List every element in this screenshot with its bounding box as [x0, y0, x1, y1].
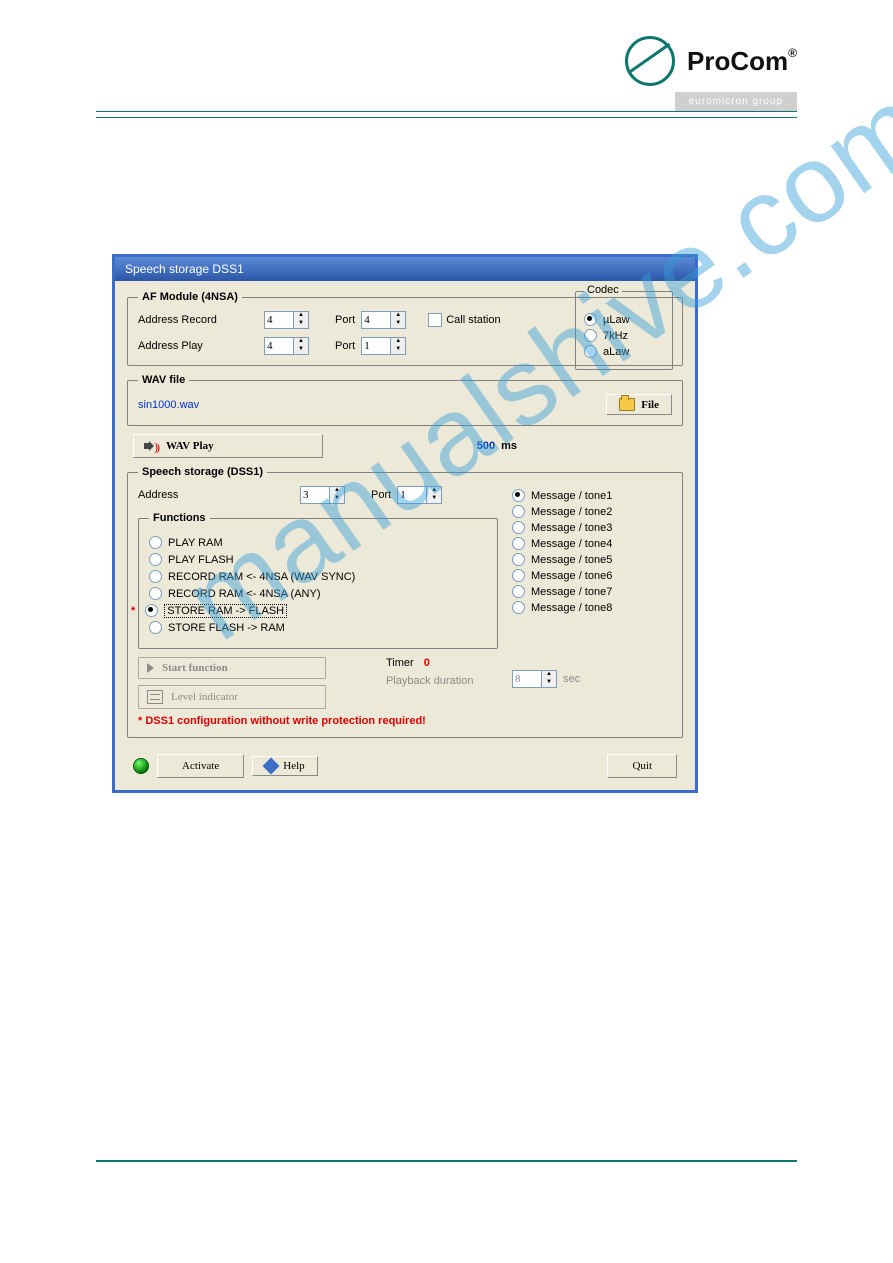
quit-button[interactable]: Quit	[607, 754, 677, 778]
address-play-spinner[interactable]: ▲▼	[264, 337, 309, 355]
address-play-port-input[interactable]	[361, 337, 391, 355]
tone-option[interactable]: Message / tone1	[512, 489, 672, 502]
codec-option-µLaw[interactable]: µLaw	[584, 313, 664, 326]
timer-value: 0	[424, 657, 430, 669]
tone-option[interactable]: Message / tone6	[512, 569, 672, 582]
address-play-input[interactable]	[264, 337, 294, 355]
codec-option-7kHz[interactable]: 7kHz	[584, 329, 664, 342]
seconds-unit: sec	[563, 673, 580, 685]
write-protection-warning: * DSS1 configuration without write prote…	[138, 715, 498, 727]
speech-storage-window: Speech storage DSS1 AF Module (4NSA) Add…	[112, 254, 698, 793]
speech-address-input[interactable]	[300, 486, 330, 504]
activate-button[interactable]: Activate	[157, 754, 244, 778]
wav-play-button[interactable]: )) WAV Play	[133, 434, 323, 458]
af-module-legend: AF Module (4NSA)	[138, 291, 242, 303]
speech-address-spinner[interactable]: ▲▼	[300, 486, 345, 504]
tone-option[interactable]: Message / tone7	[512, 585, 672, 598]
footer-left: FUNCTIONAL SPECIFICATION | ICS | 9009500…	[96, 1168, 370, 1179]
address-record-port-label: Port	[335, 314, 355, 326]
function-option[interactable]: PLAY FLASH	[149, 553, 487, 566]
help-button[interactable]: Help	[252, 756, 317, 776]
function-option[interactable]: RECORD RAM <- 4NSA (WAV SYNC)	[149, 570, 487, 583]
playback-seconds-input[interactable]	[512, 670, 542, 688]
page-footer: FUNCTIONAL SPECIFICATION | ICS | 9009500…	[96, 1160, 797, 1179]
playback-seconds-spinner[interactable]: ▲▼	[512, 670, 557, 688]
wav-duration-unit: ms	[501, 440, 517, 452]
functions-legend: Functions	[149, 512, 210, 524]
subbrand-badge: euromicron group	[675, 92, 797, 111]
playback-duration-label: Playback duration	[386, 675, 473, 687]
level-icon	[147, 690, 163, 704]
timer-label: Timer	[386, 657, 414, 669]
start-function-button[interactable]: Start function	[138, 657, 326, 679]
function-option[interactable]: STORE FLASH -> RAM	[149, 621, 487, 634]
level-indicator-button[interactable]: Level indicator	[138, 685, 326, 709]
speaker-icon: ))	[144, 439, 158, 453]
below-text: The function Start function records the …	[96, 876, 797, 910]
address-play-label: Address Play	[138, 340, 258, 352]
intro-text: After the sample file has been selected,…	[96, 164, 797, 181]
play-icon	[147, 663, 154, 673]
function-option[interactable]: *STORE RAM -> FLASH	[149, 604, 487, 617]
address-record-port-input[interactable]	[361, 311, 391, 329]
procom-logo-icon	[625, 36, 675, 86]
address-record-port-spinner[interactable]: ▲▼	[361, 311, 406, 329]
wav-filename: sin1000.wav	[138, 399, 199, 411]
speech-address-label: Address	[138, 489, 208, 501]
tone-option[interactable]: Message / tone3	[512, 521, 672, 534]
function-option[interactable]: PLAY RAM	[149, 536, 487, 549]
wav-file-group: WAV file sin1000.wav File	[127, 374, 683, 426]
header-rule	[96, 111, 797, 118]
codec-option-aLaw[interactable]: aLaw	[584, 345, 664, 358]
figure-caption: Figure 79 — User interface ICS Tool — Sp…	[96, 828, 797, 845]
address-play-port-spinner[interactable]: ▲▼	[361, 337, 406, 355]
tone-option[interactable]: Message / tone8	[512, 601, 672, 614]
tone-option[interactable]: Message / tone5	[512, 553, 672, 566]
folder-icon	[619, 398, 635, 411]
speech-storage-legend: Speech storage (DSS1)	[138, 466, 267, 478]
speech-storage-group: Speech storage (DSS1) Address ▲▼ Port ▲▼	[127, 466, 683, 738]
codec-group: Codec µLaw7kHzaLaw	[575, 291, 673, 370]
file-button[interactable]: File	[606, 394, 672, 415]
tone-option[interactable]: Message / tone2	[512, 505, 672, 518]
call-station-checkbox[interactable]: Call station	[428, 313, 500, 327]
address-record-input[interactable]	[264, 311, 294, 329]
speech-port-spinner[interactable]: ▲▼	[397, 486, 442, 504]
status-led-icon	[133, 758, 149, 774]
address-record-spinner[interactable]: ▲▼	[264, 311, 309, 329]
footer-right: PAGE 139 BY 171	[715, 1168, 797, 1179]
codec-legend: Codec	[584, 284, 622, 296]
wav-file-legend: WAV file	[138, 374, 189, 386]
speech-port-label: Port	[371, 489, 391, 501]
help-icon	[263, 758, 280, 775]
window-title: Speech storage DSS1	[115, 257, 695, 281]
function-option[interactable]: RECORD RAM <- 4NSA (ANY)	[149, 587, 487, 600]
tone-option[interactable]: Message / tone4	[512, 537, 672, 550]
page-header: ProCom® euromicron group	[96, 36, 797, 118]
brand-name: ProCom®	[687, 46, 797, 77]
speech-port-input[interactable]	[397, 486, 427, 504]
wav-duration-value: 500	[477, 440, 495, 452]
address-record-label: Address Record	[138, 314, 258, 326]
address-play-port-label: Port	[335, 340, 355, 352]
functions-group: Functions PLAY RAM PLAY FLASH RECORD RAM <…	[138, 512, 498, 649]
